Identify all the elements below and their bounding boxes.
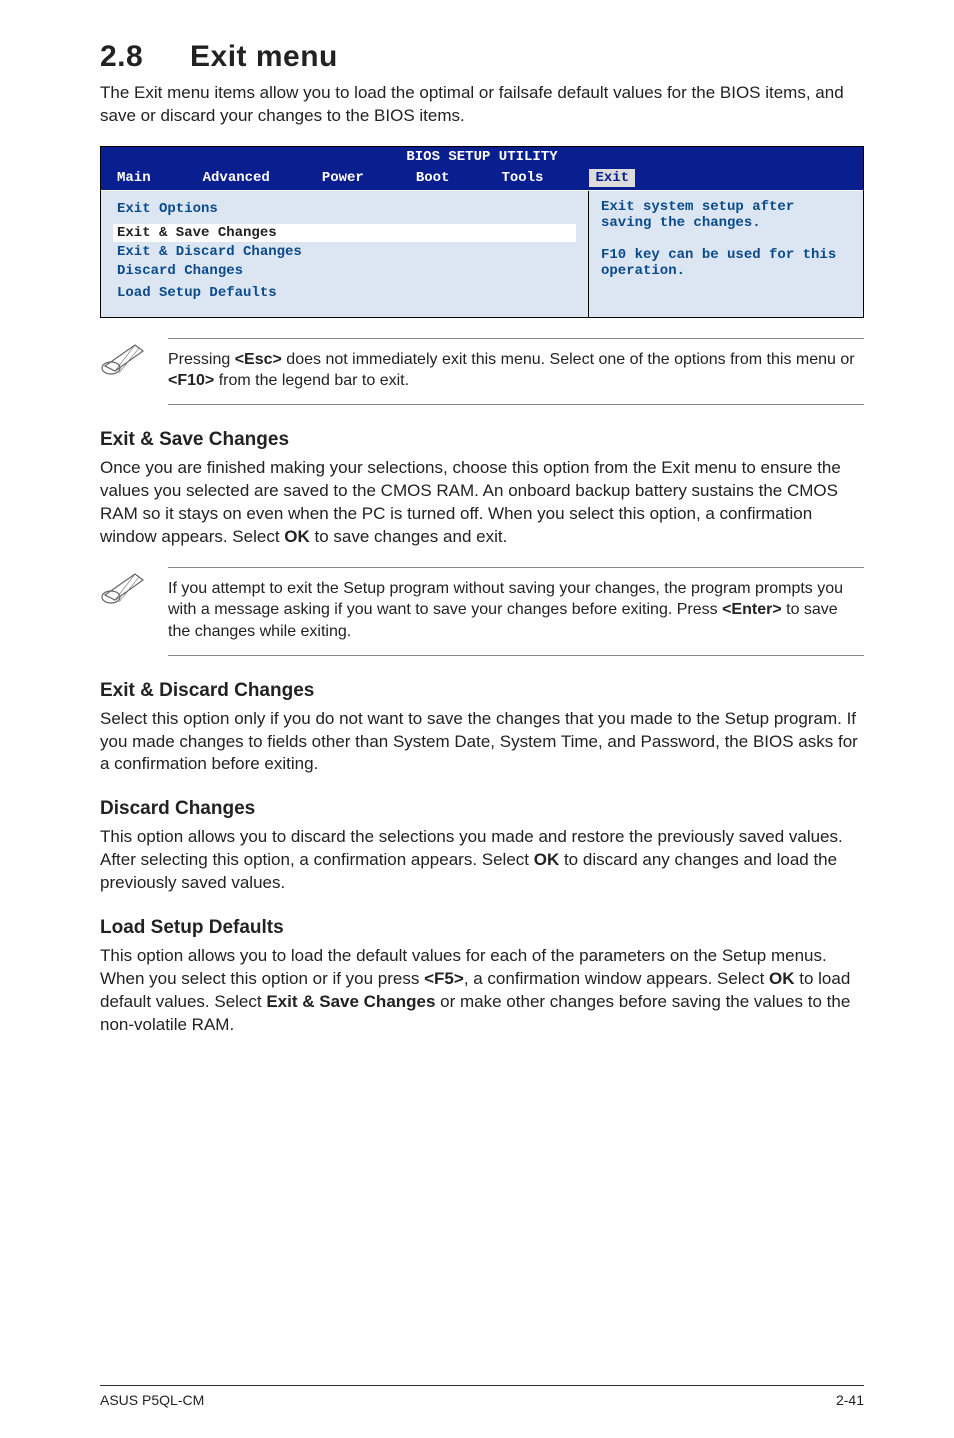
section-heading-text: Exit menu — [190, 40, 338, 73]
bios-options-heading: Exit Options — [113, 200, 576, 218]
load-defaults-exit-save: Exit & Save Changes — [266, 992, 435, 1011]
bios-tab-power[interactable]: Power — [316, 169, 370, 187]
note-save: If you attempt to exit the Setup program… — [100, 567, 864, 656]
page-footer: ASUS P5QL-CM 2-41 — [100, 1385, 864, 1408]
bios-screenshot: BIOS SETUP UTILITY Main Advanced Power B… — [100, 146, 864, 318]
footer-right: 2-41 — [836, 1392, 864, 1408]
bios-tab-main[interactable]: Main — [111, 169, 157, 187]
bios-tab-exit[interactable]: Exit — [589, 169, 635, 187]
bios-header: BIOS SETUP UTILITY — [101, 147, 863, 167]
section-intro: The Exit menu items allow you to load th… — [100, 82, 864, 128]
note-save-key: <Enter> — [722, 601, 782, 618]
note-icon — [100, 338, 146, 378]
body-load-defaults: This option allows you to load the defau… — [100, 945, 864, 1037]
bios-item-exit-discard[interactable]: Exit & Discard Changes — [113, 243, 576, 261]
bios-tab-tools[interactable]: Tools — [495, 169, 549, 187]
exit-save-post: to save changes and exit. — [310, 527, 508, 546]
load-defaults-mid1: , a confirmation window appears. Select — [464, 969, 769, 988]
load-defaults-f5: <F5> — [424, 969, 464, 988]
bios-tabs: Main Advanced Power Boot Tools Exit — [101, 167, 863, 191]
body-exit-discard: Select this option only if you do not wa… — [100, 708, 864, 777]
bios-tab-advanced[interactable]: Advanced — [197, 169, 276, 187]
bios-item-discard[interactable]: Discard Changes — [113, 262, 576, 280]
note-esc-key2: <F10> — [168, 372, 214, 389]
section-title: 2.8Exit menu — [100, 40, 864, 74]
heading-exit-save: Exit & Save Changes — [100, 429, 864, 451]
body-discard: This option allows you to discard the se… — [100, 826, 864, 895]
note-esc-text: Pressing <Esc> does not immediately exit… — [168, 338, 864, 405]
note-esc: Pressing <Esc> does not immediately exit… — [100, 338, 864, 405]
bios-item-blank — [113, 281, 576, 283]
bios-item-load-defaults[interactable]: Load Setup Defaults — [113, 284, 576, 302]
note-esc-mid: does not immediately exit this menu. Sel… — [282, 351, 855, 368]
note-icon — [100, 567, 146, 607]
note-esc-post: from the legend bar to exit. — [214, 372, 409, 389]
bios-main-panel: Exit Options Exit & Save Changes Exit & … — [101, 191, 589, 317]
load-defaults-ok: OK — [769, 969, 795, 988]
discard-ok: OK — [534, 850, 560, 869]
body-exit-save: Once you are finished making your select… — [100, 457, 864, 549]
heading-discard: Discard Changes — [100, 798, 864, 820]
note-save-text: If you attempt to exit the Setup program… — [168, 567, 864, 656]
heading-exit-discard: Exit & Discard Changes — [100, 680, 864, 702]
heading-load-defaults: Load Setup Defaults — [100, 917, 864, 939]
section-number: 2.8 — [100, 40, 190, 74]
note-esc-pre: Pressing — [168, 351, 235, 368]
bios-tab-boot[interactable]: Boot — [410, 169, 456, 187]
bios-item-exit-save[interactable]: Exit & Save Changes — [113, 224, 576, 242]
note-esc-key1: <Esc> — [235, 351, 282, 368]
footer-left: ASUS P5QL-CM — [100, 1392, 204, 1408]
bios-help-text: Exit system setup after saving the chang… — [601, 199, 851, 279]
bios-help-panel: Exit system setup after saving the chang… — [589, 191, 863, 317]
exit-save-ok: OK — [284, 527, 310, 546]
